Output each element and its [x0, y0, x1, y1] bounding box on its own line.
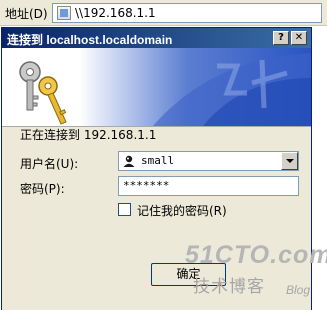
keys-icon [19, 61, 67, 125]
dialog-banner [2, 48, 311, 127]
remember-password-checkbox[interactable] [118, 203, 131, 216]
user-icon [123, 155, 135, 167]
dialog-titlebar[interactable]: 连接到 localhost.localdomain ? ✕ [2, 28, 311, 48]
address-label: 地址(D) [5, 7, 48, 21]
banner-artwork [19, 53, 311, 126]
dialog-title: 连接到 localhost.localdomain [7, 33, 173, 47]
password-label: 密码(P): [20, 182, 65, 196]
username-value: small [141, 154, 175, 167]
address-value: \\192.168.1.1 [75, 6, 156, 20]
address-input[interactable]: \\192.168.1.1 [52, 3, 322, 23]
watermark-blog: Blog [286, 283, 311, 297]
connecting-text: 正在连接到 192.168.1.1 [20, 128, 157, 142]
username-label: 用户名(U): [20, 157, 79, 171]
network-folder-icon [57, 6, 71, 20]
help-button[interactable]: ? [273, 31, 289, 45]
close-button[interactable]: ✕ [291, 31, 307, 45]
username-combobox[interactable]: small [118, 151, 299, 171]
remember-password-label[interactable]: 记住我的密码(R) [137, 202, 227, 219]
password-field[interactable]: ******* [118, 176, 299, 196]
chevron-down-icon[interactable] [281, 152, 298, 170]
address-bar: 地址(D) \\192.168.1.1 [0, 0, 327, 26]
watermark-site: 51CTO.com [185, 241, 327, 269]
watermark-subtitle: 技术博客 [193, 277, 265, 297]
